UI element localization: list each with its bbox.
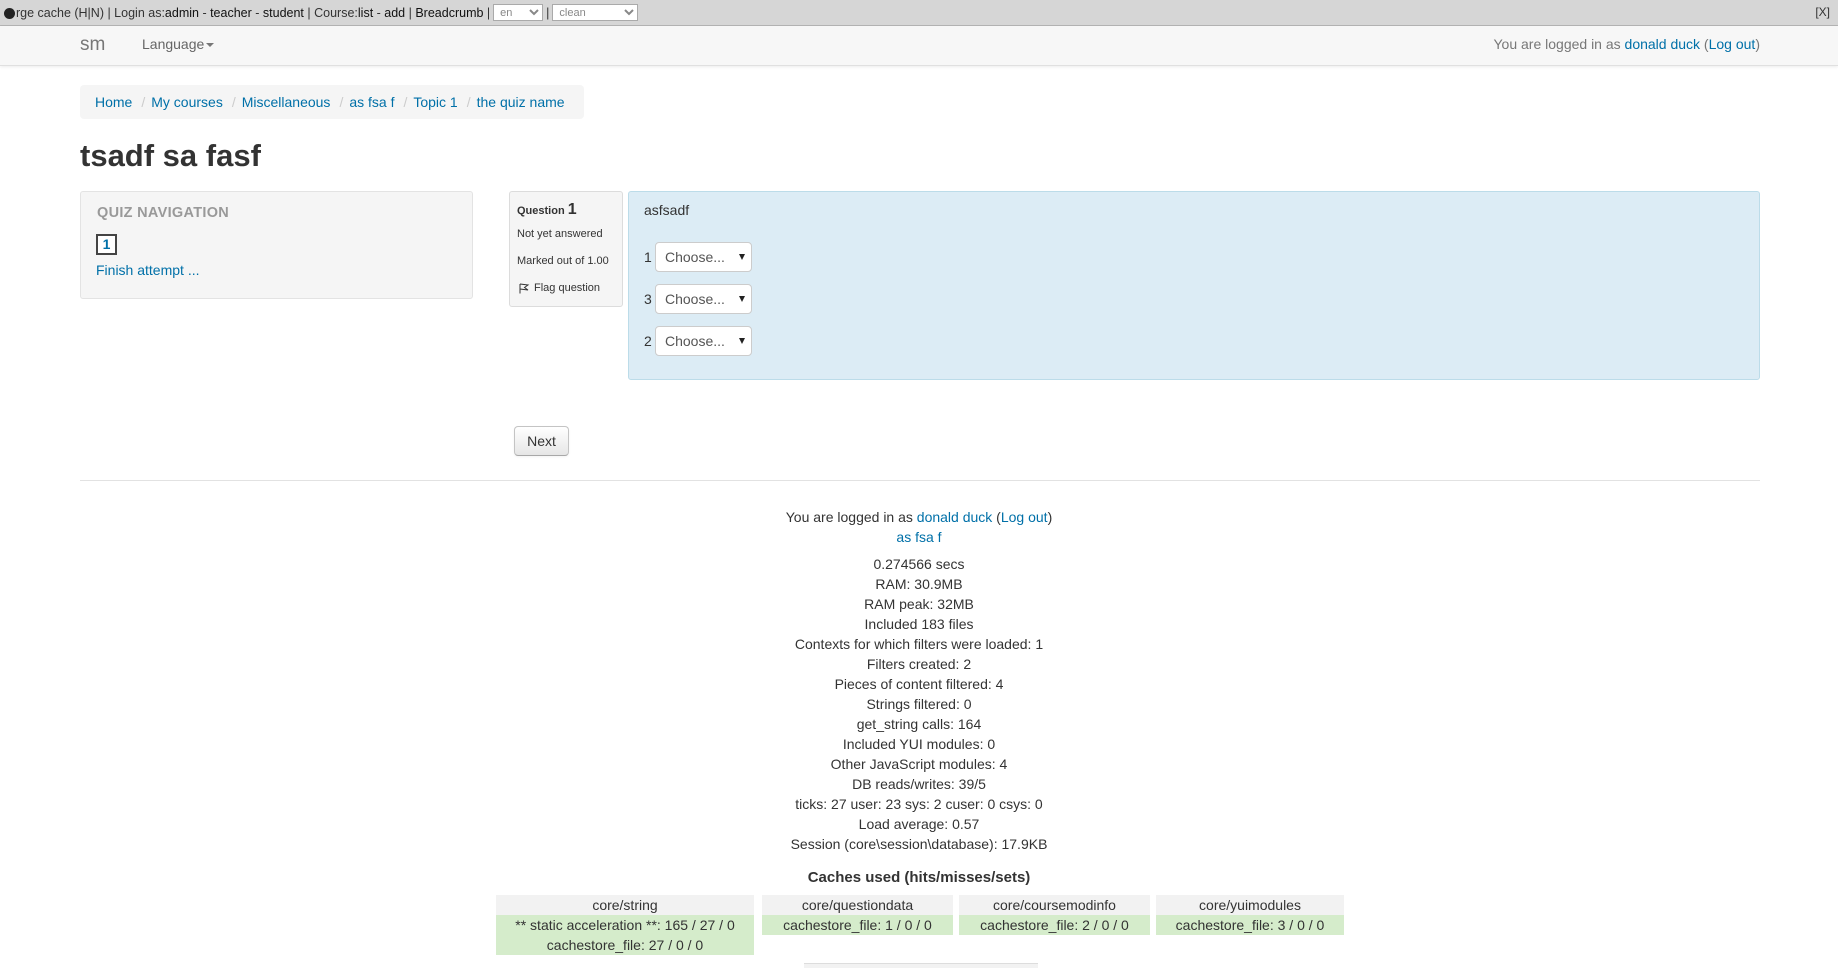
flag-icon (519, 283, 530, 293)
perf-line: Included YUI modules: 0 (842, 736, 996, 752)
next-button[interactable]: Next (514, 426, 569, 456)
performance-info: 0.274566 secs RAM: 30.9MB RAM peak: 32MB… (0, 554, 1838, 854)
breadcrumb-category[interactable]: Miscellaneous (242, 94, 331, 110)
perf-line: Filters created: 2 (866, 656, 972, 672)
login-as-student-link[interactable]: student (263, 6, 304, 20)
perf-line: ticks: 27 user: 23 sys: 2 cuser: 0 csys:… (795, 796, 1043, 812)
match-row-label: 2 (644, 333, 652, 349)
logout-link[interactable]: Log out (1709, 36, 1756, 52)
question-number: 1 (567, 201, 577, 218)
question-status: Not yet answered (517, 228, 603, 240)
course-list-link[interactable]: list (358, 6, 373, 20)
perf-line: Strings filtered: 0 (866, 696, 972, 712)
language-select[interactable]: en (493, 4, 544, 21)
perf-line: Other JavaScript modules: 4 (830, 756, 1008, 772)
perf-line: 0.274566 secs (873, 556, 965, 572)
match-row-label: 3 (644, 291, 652, 307)
cache-core-questiondata: core/questiondata cachestore_file: 1 / 0… (762, 895, 953, 935)
perf-line: Contexts for which filters were loaded: … (794, 636, 1044, 652)
dropdown-arrow-icon (739, 296, 745, 302)
answer-select[interactable]: Choose... (655, 284, 752, 314)
flag-question-toggle[interactable]: Flag question (519, 282, 600, 294)
cache-stat: cachestore_file: 3 / 0 / 0 (1175, 917, 1325, 933)
question-info: Question 1 Not yet answered Marked out o… (509, 191, 623, 307)
perf-line: Included 183 files (864, 616, 974, 632)
cache-name: core/coursemodinfo (959, 895, 1150, 915)
match-row: 3 Choose... (644, 284, 752, 314)
caches-table: core/string ** static acceleration **: 1… (0, 895, 1838, 955)
dropdown-arrow-icon (739, 338, 745, 344)
question-heading: Question 1 (517, 201, 577, 218)
perf-line: RAM peak: 32MB (864, 596, 974, 612)
caches-title: Caches used (hits/misses/sets) (807, 869, 1031, 886)
breadcrumb-my-courses[interactable]: My courses (151, 94, 223, 110)
question-grade: Marked out of 1.00 (517, 255, 609, 267)
cache-core-yuimodules: core/yuimodules cachestore_file: 3 / 0 /… (1156, 895, 1344, 935)
perf-line: Load average: 0.57 (858, 816, 980, 832)
footer-login-info: You are logged in as donald duck (Log ou… (785, 509, 1053, 525)
breadcrumb-toggle-link[interactable]: Breadcrumb (415, 6, 483, 20)
cache-name: core/questiondata (762, 895, 953, 915)
perf-line: DB reads/writes: 39/5 (852, 776, 986, 792)
breadcrumb-quiz[interactable]: the quiz name (477, 94, 565, 110)
breadcrumb-home[interactable]: Home (95, 94, 132, 110)
quiz-navigation-title: QUIZ NAVIGATION (97, 205, 230, 221)
cache-stat: ** static acceleration **: 165 / 27 / 0 (515, 917, 735, 933)
cache-core-string: core/string ** static acceleration **: 1… (496, 895, 754, 955)
question-text: asfsadf (644, 202, 690, 218)
footer-user-link[interactable]: donald duck (917, 509, 993, 525)
cache-stat: cachestore_file: 27 / 0 / 0 (546, 937, 704, 953)
language-menu[interactable]: Language (142, 36, 215, 52)
dev-toolbar: rge cache (H|N) | Login as: admin - teac… (0, 0, 1838, 26)
close-toolbar-button[interactable]: [X] (1815, 5, 1830, 19)
login-as-teacher-link[interactable]: teacher (210, 6, 252, 20)
perf-line: get_string calls: 164 (856, 716, 982, 732)
site-brand[interactable]: sm (80, 34, 105, 56)
purge-cache-text[interactable]: rge cache (H|N) | Login as: (16, 6, 165, 20)
gear-icon[interactable] (4, 8, 15, 19)
cache-core-coursemodinfo: core/coursemodinfo cachestore_file: 2 / … (959, 895, 1150, 935)
cache-stat: cachestore_file: 2 / 0 / 0 (980, 917, 1129, 933)
breadcrumb: Home / My courses / Miscellaneous / as f… (80, 85, 584, 119)
page-title: tsadf sa fasf (80, 138, 261, 173)
course-label: Course: (314, 5, 358, 20)
login-as-admin-link[interactable]: admin (165, 6, 199, 20)
cache-stat: cachestore_file: 1 / 0 / 0 (783, 917, 932, 933)
question-content: asfsadf 1 Choose... 3 Choose... 2 Choose… (628, 191, 1760, 380)
navbar: sm Language You are logged in as donald … (0, 26, 1838, 66)
match-row-label: 1 (644, 249, 652, 265)
language-menu-label: Language (142, 36, 205, 52)
footer: You are logged in as donald duck (Log ou… (0, 507, 1838, 955)
footer-logout-link[interactable]: Log out (1001, 509, 1048, 525)
truncated-table-edge (804, 963, 1038, 968)
perf-line: Session (core\session\database): 17.9KB (790, 836, 1048, 852)
course-add-link[interactable]: add (384, 6, 405, 20)
question-nav-button-1[interactable]: 1 (96, 234, 117, 255)
finish-attempt-link[interactable]: Finish attempt ... (96, 262, 199, 278)
flag-question-label: Flag question (534, 282, 601, 294)
theme-select[interactable]: clean (552, 4, 639, 21)
login-info: You are logged in as donald duck (Log ou… (1493, 36, 1761, 52)
footer-course-link[interactable]: as fsa f (896, 529, 941, 545)
caret-down-icon (206, 43, 215, 48)
dropdown-arrow-icon (739, 254, 745, 260)
breadcrumb-section[interactable]: Topic 1 (413, 94, 457, 110)
answer-select[interactable]: Choose... (655, 326, 752, 356)
quiz-navigation-block: QUIZ NAVIGATION 1 Finish attempt ... (80, 191, 473, 299)
cache-name: core/yuimodules (1156, 895, 1344, 915)
user-profile-link[interactable]: donald duck (1625, 36, 1701, 52)
breadcrumb-course[interactable]: as fsa f (349, 94, 394, 110)
match-row: 2 Choose... (644, 326, 752, 356)
perf-line: RAM: 30.9MB (875, 576, 963, 592)
match-row: 1 Choose... (644, 242, 752, 272)
perf-line: Pieces of content filtered: 4 (834, 676, 1004, 692)
cache-name: core/string (496, 895, 754, 915)
answer-select[interactable]: Choose... (655, 242, 752, 272)
footer-divider (80, 480, 1760, 481)
